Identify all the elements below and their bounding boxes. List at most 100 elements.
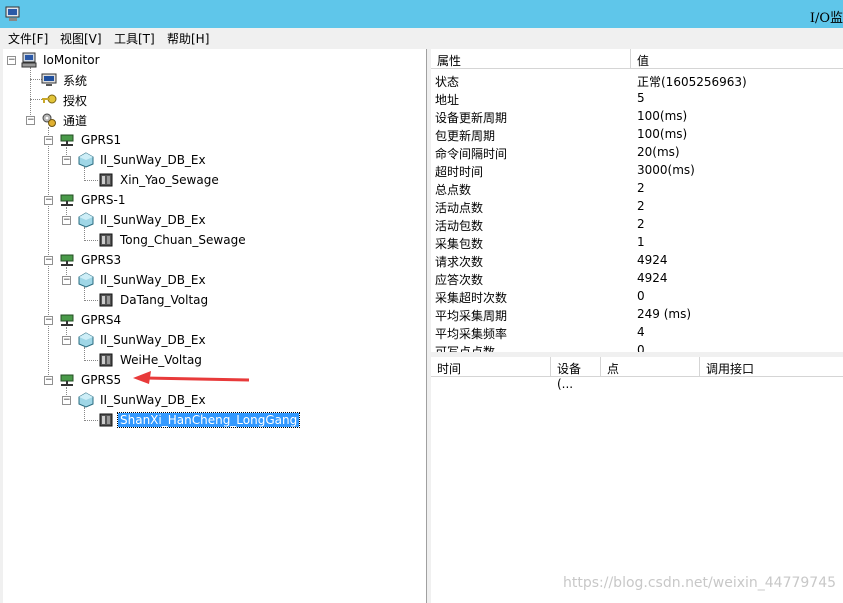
network-icon (60, 134, 74, 146)
tree-label-device: Tong_Chuan_Sewage (120, 233, 246, 247)
tree-label-driver: II_SunWay_DB_Ex (100, 213, 206, 227)
event-list[interactable]: 时间 设备(... 点 调用接口 (431, 357, 843, 603)
expander-gprs[interactable]: − (44, 256, 53, 265)
property-row[interactable]: 包更新周期 100(ms) (431, 125, 843, 143)
network-icon (60, 254, 74, 266)
column-header-interface[interactable]: 调用接口 (700, 357, 843, 377)
property-row[interactable]: 状态 正常(1605256963) (431, 71, 843, 89)
network-icon (60, 374, 74, 386)
tree-node-driver[interactable]: II_SunWay_DB_Ex (78, 211, 208, 229)
property-row[interactable]: 平均采集频率 4 (431, 323, 843, 341)
tree-node-channel[interactable]: 通道 (41, 111, 89, 129)
expander-driver[interactable]: − (62, 336, 71, 345)
tree-node-device[interactable]: Tong_Chuan_Sewage (98, 231, 248, 249)
property-row[interactable]: 活动点数 2 (431, 197, 843, 215)
property-name: 平均采集频率 (435, 327, 508, 341)
property-row[interactable]: 请求次数 4924 (431, 251, 843, 269)
property-name: 采集包数 (435, 237, 484, 251)
menu-view[interactable]: 视图[V] (60, 30, 102, 47)
tree-node-driver[interactable]: II_SunWay_DB_Ex (78, 331, 208, 349)
network-icon (60, 194, 74, 206)
tree-label-driver: II_SunWay_DB_Ex (100, 273, 206, 287)
expander-driver[interactable]: − (62, 156, 71, 165)
property-value: 0 (637, 289, 645, 303)
property-row[interactable]: 采集超时次数 0 (431, 287, 843, 305)
property-row[interactable]: 超时时间 3000(ms) (431, 161, 843, 179)
property-value: 249 (ms) (637, 307, 692, 321)
menu-bar: 文件[F] 视图[V] 工具[T] 帮助[H] (0, 28, 843, 48)
cube-icon (78, 212, 94, 228)
property-value: 正常(1605256963) (637, 75, 747, 89)
tree-node-gprs[interactable]: GPRS3 (59, 251, 123, 269)
menu-help[interactable]: 帮助[H] (167, 30, 209, 47)
tree-node-device[interactable]: DaTang_Voltag (98, 291, 210, 309)
property-row[interactable]: 设备更新周期 100(ms) (431, 107, 843, 125)
property-value: 20(ms) (637, 145, 680, 159)
expander-channel[interactable]: − (26, 116, 35, 125)
expander-root[interactable]: − (7, 56, 16, 65)
tree-label-driver: II_SunWay_DB_Ex (100, 153, 206, 167)
watermark: https://blog.csdn.net/weixin_44779745 (563, 575, 837, 591)
property-value: 4924 (637, 271, 668, 285)
property-row[interactable]: 地址 5 (431, 89, 843, 107)
property-row[interactable]: 可写点点数 0 (431, 341, 843, 352)
title-bar[interactable]: I/O监 (0, 0, 843, 28)
property-name: 命令间隔时间 (435, 147, 508, 161)
property-row[interactable]: 活动包数 2 (431, 215, 843, 233)
device-icon (99, 233, 113, 247)
tree-node-gprs[interactable]: GPRS4 (59, 311, 123, 329)
property-value: 100(ms) (637, 127, 688, 141)
property-name: 平均采集周期 (435, 309, 508, 323)
property-name: 采集超时次数 (435, 291, 508, 305)
tree-label-system: 系统 (63, 73, 88, 88)
property-value: 2 (637, 217, 645, 231)
tree-node-device[interactable]: WeiHe_Voltag (98, 351, 204, 369)
expander-gprs[interactable]: − (44, 136, 53, 145)
expander-driver[interactable]: − (62, 396, 71, 405)
expander-gprs[interactable]: − (44, 316, 53, 325)
property-row[interactable]: 应答次数 4924 (431, 269, 843, 287)
property-row[interactable]: 采集包数 1 (431, 233, 843, 251)
property-name: 地址 (435, 93, 460, 107)
device-icon (99, 413, 113, 427)
column-header-time[interactable]: 时间 (431, 357, 551, 377)
column-header-device[interactable]: 设备(... (551, 357, 601, 391)
window-title: I/O监 (809, 11, 843, 26)
tree-label-gprs: GPRS1 (81, 133, 122, 147)
expander-gprs[interactable]: − (44, 196, 53, 205)
menu-file[interactable]: 文件[F] (8, 30, 48, 47)
tree-node-system[interactable]: 系统 (41, 71, 89, 89)
column-header-property[interactable]: 属性 (431, 49, 631, 69)
property-value: 3000(ms) (637, 163, 695, 177)
device-tree[interactable]: − IoMonitor 系统 授权 − 通道 − GPRS1 − II_SunW… (3, 49, 427, 603)
tree-node-driver[interactable]: II_SunWay_DB_Ex (78, 151, 208, 169)
tree-node-gprs[interactable]: GPRS1 (59, 131, 123, 149)
property-name: 请求次数 (435, 255, 484, 269)
column-header-point[interactable]: 点 (601, 357, 700, 377)
expander-gprs[interactable]: − (44, 376, 53, 385)
property-name: 活动包数 (435, 219, 484, 233)
column-header-value[interactable]: 值 (631, 49, 843, 69)
expander-driver[interactable]: − (62, 216, 71, 225)
property-row[interactable]: 命令间隔时间 20(ms) (431, 143, 843, 161)
tree-node-root[interactable]: IoMonitor (21, 51, 102, 69)
expander-driver[interactable]: − (62, 276, 71, 285)
tree-node-device[interactable]: Xin_Yao_Sewage (98, 171, 221, 189)
property-row[interactable]: 总点数 2 (431, 179, 843, 197)
tree-node-driver[interactable]: II_SunWay_DB_Ex (78, 271, 208, 289)
tree-node-device-selected[interactable]: ShanXi_HanCheng_LongGang (98, 411, 301, 429)
property-row[interactable]: 平均采集周期 249 (ms) (431, 305, 843, 323)
menu-tools[interactable]: 工具[T] (114, 30, 155, 47)
property-name: 应答次数 (435, 273, 484, 287)
tree-label-driver: II_SunWay_DB_Ex (100, 333, 206, 347)
cube-icon (78, 332, 94, 348)
tree-label-gprs: GPRS4 (81, 313, 122, 327)
properties-list[interactable]: 属性 值 状态 正常(1605256963) 地址 5 设备更新周期 100(ms) 包更新… (431, 49, 843, 352)
tree-node-auth[interactable]: 授权 (41, 91, 89, 109)
tree-label-device: WeiHe_Voltag (120, 353, 202, 367)
tree-node-gprs[interactable]: GPRS5 (59, 371, 123, 389)
network-icon (60, 314, 74, 326)
tree-node-driver[interactable]: II_SunWay_DB_Ex (78, 391, 208, 409)
tree-node-gprs[interactable]: GPRS-1 (59, 191, 127, 209)
red-arrow-annotation (133, 371, 250, 384)
